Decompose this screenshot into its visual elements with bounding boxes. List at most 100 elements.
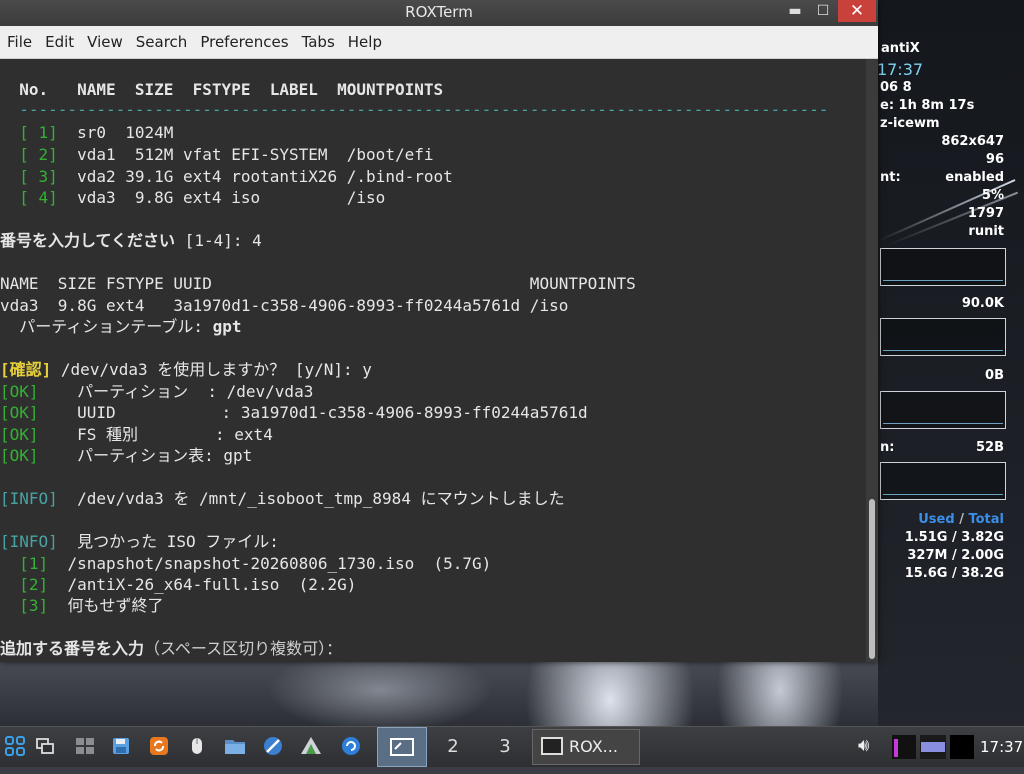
iso-text: /snapshot/snapshot-20260806_1730.iso (5.… <box>48 554 492 573</box>
taskbar-clock[interactable]: 17:37 <box>980 727 1023 767</box>
iso-text: /antiX-26_x64-full.iso (2.2G) <box>48 575 357 594</box>
ok-text: パーティション表: gpt <box>38 446 253 465</box>
confirm-tag: [確認] <box>0 360 52 379</box>
roxterm-window[interactable]: ROXTerm ▬ ☐ ✕ File Edit View Search Preferen… <box>0 0 878 662</box>
partition-table-type: パーティションテーブル: gpt <box>0 316 242 338</box>
conky-resolution: 862x647 <box>941 134 1004 149</box>
ok-tag: [OK] <box>0 425 39 444</box>
iso-number: [2] <box>0 575 49 594</box>
conky-mem-disk: 15.6G / 38.2G <box>904 566 1004 581</box>
ok-text: パーティション : /dev/vda3 <box>38 382 314 401</box>
prompt-rest: [1-4]: 4 <box>175 231 262 250</box>
save-icon[interactable] <box>108 733 134 759</box>
iso-item-3: [3] 何もせず終了 <box>0 595 163 617</box>
row-number: [ 4] <box>0 188 58 207</box>
conky-host: antiX <box>881 41 920 56</box>
minimize-button[interactable]: ▬ <box>780 0 810 22</box>
conky-uptime: e: 1h 8m 17s <box>880 98 975 113</box>
workspace-3[interactable]: 3 <box>480 727 530 767</box>
conky-compositor: enabled <box>945 170 1004 185</box>
cpu-meter-icon[interactable] <box>892 735 916 759</box>
conky-used-label: Used <box>918 512 955 527</box>
terminal-icon <box>541 737 563 755</box>
select-number-prompt: 番号を入力してください [1-4]: 4 <box>0 230 262 252</box>
iso-text: 何もせず終了 <box>48 596 164 615</box>
mem-meter-icon[interactable] <box>920 735 946 759</box>
mouse-icon[interactable] <box>184 733 210 759</box>
conky-wm: z-icewm <box>880 116 940 131</box>
menu-help[interactable]: Help <box>341 26 388 58</box>
task-label: ROX... <box>569 737 618 756</box>
conky-graph-cpu <box>880 248 1006 286</box>
prompt-rest: （スペース区切り複数可）： <box>144 639 343 658</box>
conky-processes: 1797 <box>967 206 1004 221</box>
close-button[interactable]: ✕ <box>838 0 876 22</box>
ok-tag: [OK] <box>0 446 39 465</box>
conky-net3-label: n: <box>880 440 895 455</box>
info-text: /dev/vda3 を /mnt/_isoboot_tmp_8984 にマウント… <box>57 489 565 508</box>
terminal-output[interactable]: No. NAME SIZE FSTYPE LABEL MOUNTPOINTS -… <box>0 59 866 662</box>
apps-grid-icon[interactable] <box>2 733 28 759</box>
confirm-line: [確認] /dev/vda3 を使用しますか？ [y/N]: y <box>0 359 372 381</box>
terminal-scrollbar[interactable] <box>866 59 878 662</box>
partition-row-1: [ 1] sr0 1024M <box>0 122 173 144</box>
conky-mem-sep: / <box>954 512 969 527</box>
iso-item-1: [1] /snapshot/snapshot-20260806_1730.iso… <box>0 553 491 575</box>
task-roxterm[interactable]: ROX... <box>532 729 640 765</box>
info-tag: [INFO] <box>0 489 58 508</box>
workspace-1[interactable] <box>377 727 427 767</box>
refresh-icon[interactable] <box>146 733 172 759</box>
row-text: vda2 39.1G ext4 rootantiX26 /.bind-root <box>57 167 453 186</box>
menu-edit[interactable]: Edit <box>38 26 80 58</box>
iso-item-2: [2] /antiX-26_x64-full.iso (2.2G) <box>0 574 356 596</box>
conky-compositor-label: nt: <box>880 170 901 185</box>
row-text: sr0 1024M <box>57 123 174 142</box>
net-meter-icon[interactable] <box>950 735 974 759</box>
iso-number: [3] <box>0 596 49 615</box>
iso-number: [1] <box>0 554 49 573</box>
windows-icon[interactable] <box>32 733 58 759</box>
prompt-label: 追加する番号を入力 <box>0 639 145 658</box>
update-icon[interactable] <box>338 733 364 759</box>
triangle-app-icon[interactable] <box>298 733 324 759</box>
title-bar[interactable]: ROXTerm ▬ ☐ ✕ <box>0 0 878 26</box>
workspace-2[interactable]: 2 <box>428 727 478 767</box>
parttable-value: gpt <box>212 317 242 336</box>
ok-line: [OK] パーティション表: gpt <box>0 445 252 467</box>
menu-view[interactable]: View <box>80 26 129 58</box>
menu-tabs[interactable]: Tabs <box>295 26 341 58</box>
partition-row-4: [ 4] vda3 9.8G ext4 iso /iso <box>0 187 385 209</box>
menu-search[interactable]: Search <box>129 26 194 58</box>
conky-cpu: 5% <box>981 188 1004 203</box>
conky-mem-header: Used / Total <box>918 512 1004 527</box>
confirm-text: /dev/vda3 を使用しますか？ [y/N]: y <box>51 360 372 379</box>
header-divider: ----------------------------------------… <box>0 100 829 119</box>
conky-date: 06 8 <box>880 80 912 95</box>
ok-line: [OK] パーティション : /dev/vda3 <box>0 381 313 403</box>
conky-net2: 0B <box>985 368 1004 383</box>
row-text: vda3 9.8G ext4 iso /iso <box>57 188 386 207</box>
menu-bar: File Edit View Search Preferences Tabs Help <box>0 26 878 59</box>
menu-preferences[interactable]: Preferences <box>193 26 294 58</box>
desktop-icon[interactable] <box>72 733 98 759</box>
maximize-button[interactable]: ☐ <box>808 0 838 22</box>
add-number-prompt[interactable]: 追加する番号を入力（スペース区切り複数可）： <box>0 638 342 660</box>
conky-net1: 90.0K <box>961 296 1004 311</box>
scrollbar-thumb[interactable] <box>869 499 875 659</box>
info-mount-line: [INFO] /dev/vda3 を /mnt/_isoboot_tmp_898… <box>0 488 565 510</box>
ok-tag: [OK] <box>0 382 39 401</box>
partition-table-header: No. NAME SIZE FSTYPE LABEL MOUNTPOINTS <box>0 80 444 99</box>
ok-text: UUID : 3a1970d1-c358-4906-8993-ff0244a57… <box>38 403 588 422</box>
partition-row-3: [ 3] vda2 39.1G ext4 rootantiX26 /.bind-… <box>0 166 453 188</box>
ok-tag: [OK] <box>0 403 39 422</box>
info-tag: [INFO] <box>0 532 58 551</box>
no-entry-icon[interactable] <box>260 733 286 759</box>
row-text: vda1 512M vfat EFI-SYSTEM /boot/efi <box>57 145 434 164</box>
menu-file[interactable]: File <box>0 26 38 58</box>
volume-icon[interactable]: 🔊︎ <box>858 735 869 756</box>
info-text: 見つかった ISO ファイル: <box>57 532 279 551</box>
folder-icon[interactable] <box>222 733 248 759</box>
conky-net3: 52B <box>976 440 1004 455</box>
window-title: ROXTerm <box>405 3 473 21</box>
row-number: [ 3] <box>0 167 58 186</box>
